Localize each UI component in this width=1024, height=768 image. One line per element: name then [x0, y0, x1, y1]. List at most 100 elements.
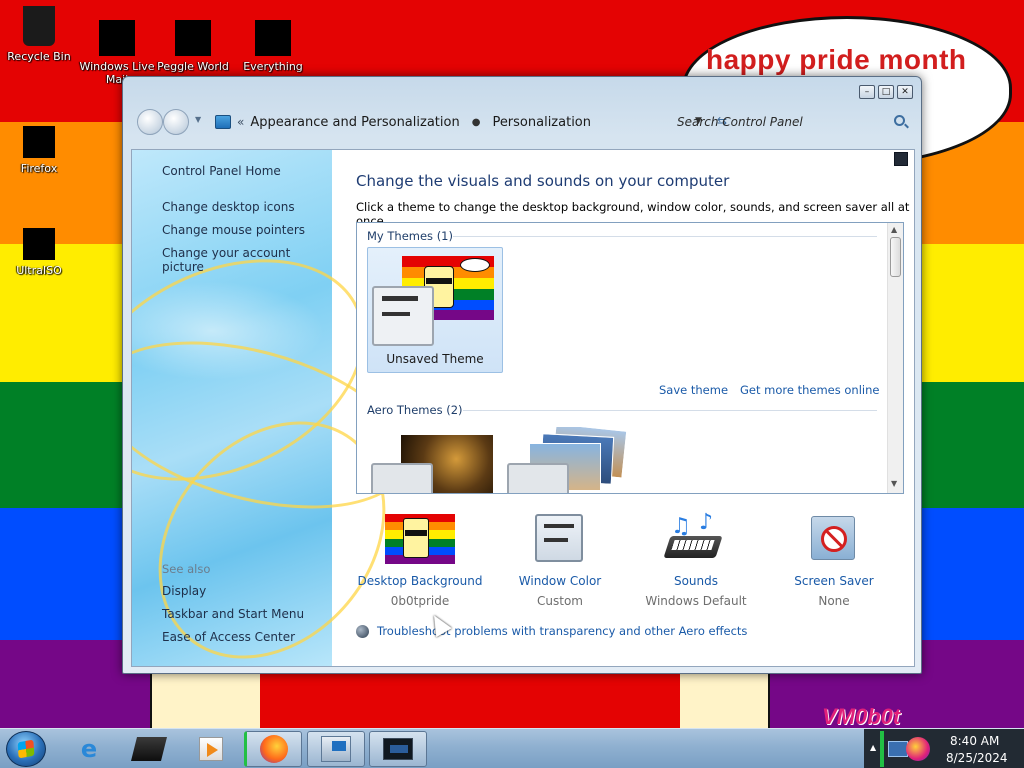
troubleshoot-icon — [356, 624, 369, 638]
taskbar-firefox[interactable] — [244, 731, 302, 767]
network-icon[interactable] — [888, 741, 908, 757]
tray-app-icons[interactable] — [888, 737, 934, 761]
sounds-icon: ♫ ♪ — [661, 510, 731, 564]
search-input[interactable]: Search Control Panel — [677, 115, 803, 129]
desktop-icon-peggle-world[interactable]: Peggle World — [154, 20, 232, 73]
start-button[interactable] — [6, 731, 46, 767]
taskbar-display-window[interactable] — [369, 731, 427, 767]
ultraiso-icon — [23, 228, 55, 260]
change-account-picture-link[interactable]: Change your account picture — [162, 246, 332, 274]
breadcrumb-personalization[interactable]: Personalization — [492, 115, 591, 130]
search-icon[interactable] — [894, 115, 905, 126]
screen-saver-icon — [809, 514, 859, 564]
see-also-heading: See also — [162, 562, 211, 576]
control-panel-icon — [321, 736, 351, 762]
scroll-up-icon[interactable]: ▲ — [891, 225, 897, 234]
taskbar-media-player[interactable] — [182, 731, 240, 767]
window-color-option[interactable]: Window Color Custom — [490, 514, 630, 608]
theme-list: My Themes (1) Unsaved Theme Save theme G… — [356, 222, 904, 494]
desktop-icon-label: Peggle World — [157, 60, 229, 73]
desktop-icon-recycle-bin[interactable]: Recycle Bin — [0, 6, 78, 63]
desktop-icon-label: Recycle Bin — [7, 50, 71, 63]
change-mouse-pointers-link[interactable]: Change mouse pointers — [162, 223, 305, 237]
minimize-icon: – — [864, 87, 870, 97]
taskbar-internet-explorer[interactable]: e — [60, 731, 118, 767]
search-box[interactable]: Search Control Panel — [671, 109, 911, 135]
ease-of-access-link[interactable]: Ease of Access Center — [162, 630, 295, 644]
forward-button[interactable] — [163, 109, 189, 135]
theme-list-scrollbar[interactable]: ▲ ▼ — [887, 223, 903, 493]
personalization-window: – □ ✕ ▼ « Appearance and Personalization… — [122, 76, 922, 674]
desktop-icon-label: Everything — [243, 60, 303, 73]
close-button[interactable]: ✕ — [897, 85, 913, 99]
breadcrumb-appearance[interactable]: Appearance and Personalization — [250, 115, 459, 130]
group-divider — [453, 236, 877, 237]
screen-saver-value: None — [818, 594, 850, 608]
help-icon[interactable] — [894, 152, 908, 166]
minimize-button[interactable]: – — [859, 85, 875, 99]
taskbar-media-folder[interactable] — [120, 731, 178, 767]
windows-live-mail-icon — [99, 20, 135, 56]
desktop-icon-firefox[interactable]: Firefox — [0, 126, 78, 175]
desktop-icon-everything[interactable]: Everything — [234, 20, 312, 73]
task-pane: Control Panel Home Change desktop icons … — [132, 150, 433, 666]
troubleshoot-link[interactable]: Troubleshoot problems with transparency … — [356, 624, 747, 638]
internet-explorer-icon: e — [80, 735, 98, 763]
recycle-bin-icon — [23, 6, 55, 46]
window-controls: – □ ✕ — [859, 85, 913, 99]
screen-saver-option[interactable]: Screen Saver None — [764, 514, 904, 608]
desktop-icon-ultraiso[interactable]: UltraISO — [0, 228, 78, 277]
save-theme-link[interactable]: Save theme — [659, 383, 728, 397]
theme-unsaved[interactable]: Unsaved Theme — [367, 247, 503, 373]
display-window-icon — [383, 738, 413, 760]
window-color-preview — [372, 286, 434, 346]
show-hidden-icons-button[interactable]: ▲ — [870, 743, 876, 752]
cartoon-arm-right — [680, 672, 770, 728]
sounds-option[interactable]: ♫ ♪ Sounds Windows Default — [626, 510, 766, 608]
taskbar: e ▲ 8:40 AM 8/25/2024 — [0, 728, 1024, 768]
address-bar[interactable]: « Appearance and Personalization ● Perso… — [209, 109, 727, 135]
aero-themes-header: Aero Themes (2) — [367, 403, 463, 417]
breadcrumb-overflow[interactable]: « — [237, 115, 244, 129]
taskbar-control-panel[interactable] — [307, 731, 365, 767]
watermark: VM0b0t — [822, 704, 901, 729]
control-panel-home-link[interactable]: Control Panel Home — [162, 164, 281, 178]
tray-app-icon[interactable] — [906, 737, 930, 761]
taskbar-start-menu-link[interactable]: Taskbar and Start Menu — [162, 607, 304, 621]
back-button[interactable] — [137, 109, 163, 135]
window-color-value: Custom — [537, 594, 583, 608]
sounds-value: Windows Default — [645, 594, 747, 608]
scrollbar-thumb[interactable] — [890, 237, 901, 277]
desktop-background-label: Desktop Background — [357, 574, 483, 588]
scroll-down-icon[interactable]: ▼ — [891, 479, 897, 488]
navigation-bar: ▼ « Appearance and Personalization ● Per… — [135, 107, 911, 137]
display-link[interactable]: Display — [162, 584, 206, 598]
sounds-label: Sounds — [673, 574, 719, 588]
clock-date[interactable]: 8/25/2024 — [946, 751, 1008, 765]
change-desktop-icons-link[interactable]: Change desktop icons — [162, 200, 295, 214]
my-themes-header: My Themes (1) — [367, 229, 453, 243]
media-folder-icon — [131, 737, 167, 761]
firefox-icon — [23, 126, 55, 158]
theme-aero-landscapes[interactable] — [507, 427, 633, 493]
window-client-area: Control Panel Home Change desktop icons … — [131, 149, 915, 667]
get-more-themes-link[interactable]: Get more themes online — [740, 383, 879, 397]
control-panel-icon — [215, 115, 231, 129]
desktop-background-icon — [385, 514, 455, 564]
maximize-icon: □ — [881, 87, 891, 97]
breadcrumb-separator[interactable]: ● — [472, 117, 481, 128]
theme-aero-architecture[interactable] — [371, 435, 493, 493]
tray-indicator — [880, 731, 884, 767]
desktop-background-value: 0b0tpride — [390, 594, 450, 608]
page-title: Change the visuals and sounds on your co… — [356, 172, 730, 190]
speech-bubble-text: happy pride month — [706, 44, 967, 75]
desktop-background-option[interactable]: Desktop Background 0b0tpride — [350, 514, 490, 608]
cartoon-arm-left — [150, 672, 260, 728]
clock-time[interactable]: 8:40 AM — [950, 734, 999, 748]
media-player-icon — [199, 737, 223, 761]
close-icon: ✕ — [901, 87, 909, 97]
recent-pages-dropdown[interactable]: ▼ — [195, 115, 201, 124]
maximize-button[interactable]: □ — [878, 85, 894, 99]
window-color-icon — [535, 514, 585, 564]
desktop-icon-label: Firefox — [20, 162, 58, 175]
